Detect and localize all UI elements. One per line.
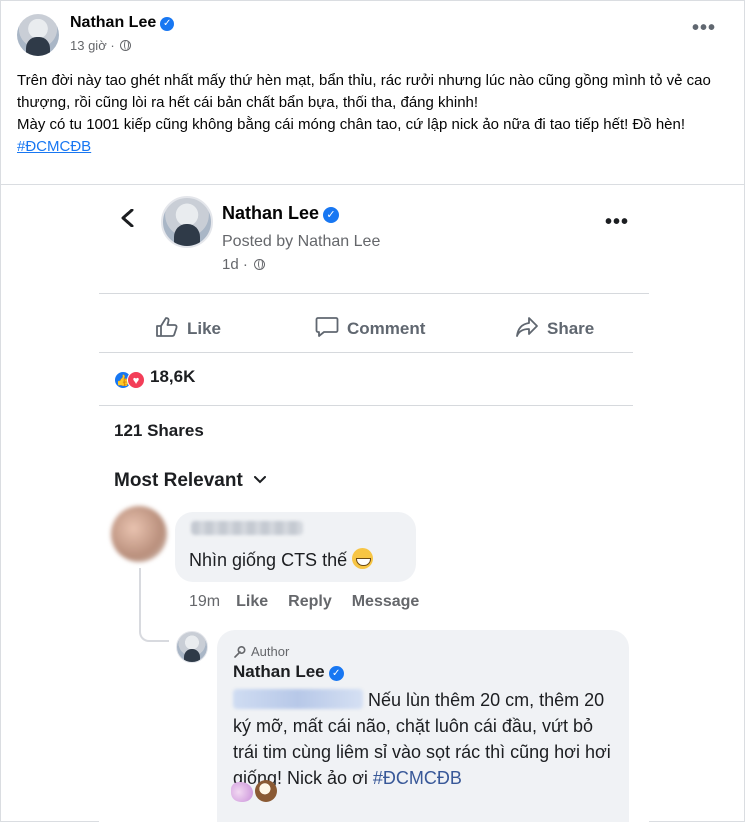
more-options-button[interactable]: ••• bbox=[692, 18, 716, 38]
unicorn-emoji-icon bbox=[231, 782, 253, 802]
post-time[interactable]: 13 giờ bbox=[70, 38, 107, 53]
author-tag: Author bbox=[233, 644, 289, 659]
divider bbox=[1, 184, 745, 185]
share-action: Share bbox=[515, 316, 594, 339]
embedded-author-row: Nathan Lee ✓ bbox=[222, 203, 340, 224]
divider bbox=[99, 405, 633, 406]
coconut-emoji-icon bbox=[255, 780, 277, 802]
embedded-action-bar: Like Comment Share bbox=[99, 303, 649, 353]
reply-author-row: Nathan Lee ✓ bbox=[233, 662, 344, 682]
post-meta: 13 giờ · bbox=[70, 38, 132, 53]
comment-like: Like bbox=[236, 593, 269, 610]
comment-text: Nhìn giống CTS thế bbox=[189, 548, 374, 571]
reactions-summary: 👍 ♥ 18,6K bbox=[114, 367, 195, 389]
embedded-post-meta: 1d · bbox=[222, 256, 266, 273]
post-text: Trên đời này tao ghét nhất mấy thứ hèn m… bbox=[17, 70, 732, 158]
shares-count: 121 Shares bbox=[114, 421, 204, 440]
microphone-icon bbox=[234, 646, 246, 658]
comment-bubble: Nhìn giống CTS thế bbox=[175, 512, 416, 582]
comment-label: Comment bbox=[347, 319, 426, 338]
author-avatar[interactable] bbox=[17, 14, 59, 56]
reply-text: Nếu lùn thêm 20 cm, thêm 20 ký mỡ, mất c… bbox=[233, 687, 623, 791]
verified-badge-icon: ✓ bbox=[160, 17, 175, 31]
reaction-count: 18,6K bbox=[150, 367, 196, 386]
reply-author-avatar bbox=[176, 631, 208, 663]
share-label: Share bbox=[547, 319, 595, 338]
verified-badge-icon: ✓ bbox=[328, 666, 344, 681]
comment-text-content: Nhìn giống CTS thế bbox=[189, 550, 348, 570]
comment-reply: Reply bbox=[288, 593, 332, 610]
post-card: Nathan Lee ✓ 13 giờ · ••• Trên đời này ta… bbox=[0, 0, 745, 822]
comment-actions: 19m Like Reply Message bbox=[189, 593, 439, 611]
post-hashtag[interactable]: #ĐCMCĐB bbox=[17, 138, 91, 155]
divider bbox=[99, 293, 649, 294]
post-text-paragraph-1: Trên đời này tao ghét nhất mấy thứ hèn m… bbox=[17, 72, 711, 111]
blurred-mention bbox=[233, 689, 363, 709]
chevron-down-icon bbox=[254, 476, 267, 484]
comment-action: Comment bbox=[315, 316, 425, 339]
globe-icon bbox=[254, 259, 266, 270]
reply-bubble: Author Nathan Lee ✓ Nếu lùn thêm 20 cm, t… bbox=[217, 630, 629, 822]
author-tag-label: Author bbox=[251, 644, 290, 659]
share-arrow-icon bbox=[516, 317, 538, 337]
thumbs-up-icon bbox=[156, 317, 178, 337]
globe-icon bbox=[120, 40, 132, 51]
sort-label: Most Relevant bbox=[114, 470, 243, 491]
embedded-post-time: 1d · bbox=[222, 256, 248, 273]
embedded-screenshot: Nathan Lee ✓ Posted by Nathan Lee 1d · ••… bbox=[99, 187, 649, 822]
reply-hashtag: #ĐCMCĐB bbox=[372, 768, 462, 788]
embedded-more-icon: ••• bbox=[604, 211, 629, 233]
reply-author-name: Nathan Lee bbox=[233, 662, 325, 681]
like-action: Like bbox=[155, 316, 221, 339]
sort-dropdown: Most Relevant bbox=[114, 470, 267, 492]
embedded-author-avatar bbox=[161, 196, 213, 248]
comment-message: Message bbox=[351, 593, 420, 610]
verified-badge-icon: ✓ bbox=[323, 207, 340, 223]
author-name[interactable]: Nathan Lee bbox=[70, 14, 156, 31]
commenter-avatar-blurred bbox=[111, 506, 167, 562]
love-reaction-icon: ♥ bbox=[127, 371, 145, 389]
divider bbox=[99, 352, 633, 353]
post-text-paragraph-2: Mày có tu 1001 kiếp cũng không bằng cái … bbox=[17, 116, 686, 133]
blurred-commenter-name bbox=[191, 521, 303, 535]
embedded-author-name: Nathan Lee bbox=[222, 203, 320, 223]
back-chevron-icon[interactable] bbox=[119, 209, 137, 227]
grinning-emoji-icon bbox=[352, 548, 374, 569]
like-label: Like bbox=[187, 319, 222, 338]
reply-emojis bbox=[231, 780, 277, 804]
posted-by: Posted by Nathan Lee bbox=[222, 233, 381, 250]
comment-icon bbox=[315, 317, 339, 337]
reply-thread-line bbox=[139, 568, 169, 642]
comment-time: 19m bbox=[189, 593, 221, 610]
author-name-row: Nathan Lee ✓ bbox=[70, 14, 175, 32]
